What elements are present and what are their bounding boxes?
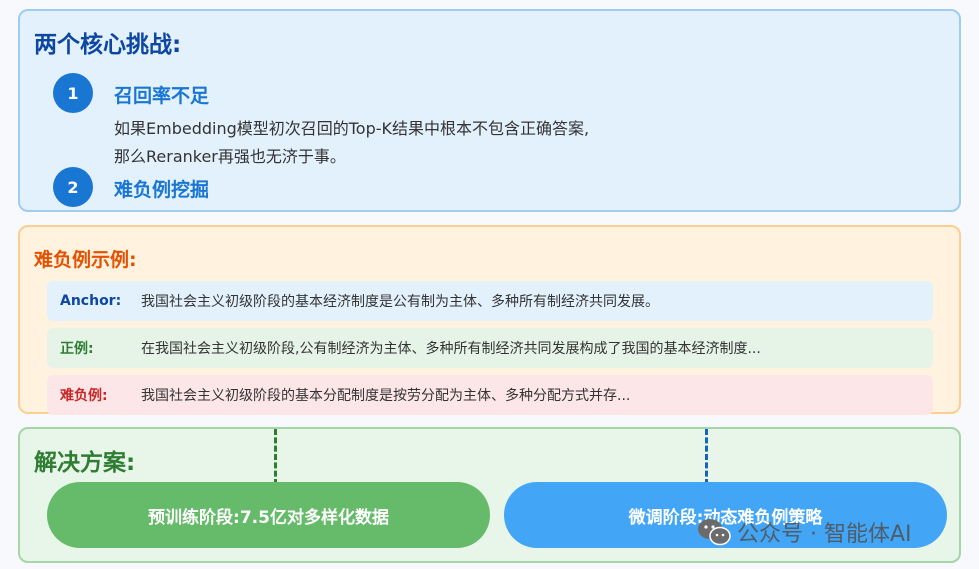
examples-title: 难负例示例:: [34, 249, 137, 271]
example-text-anchor: 我国社会主义初级阶段的基本经济制度是公有制为主体、多种所有制经济共同发展。: [141, 294, 659, 310]
watermark-text: 公众号 · 智能体AI: [737, 522, 912, 547]
challenge-1-desc-line-2: 那么Reranker再强也无济于事。: [114, 147, 346, 166]
challenges-panel: 两个核心挑战: 1 召回率不足 如果Embedding模型初次召回的Top-K结…: [18, 9, 961, 212]
dashed-connector-finetune: [705, 429, 708, 485]
example-label-positive: 正例:: [60, 341, 94, 357]
challenges-title: 两个核心挑战:: [34, 32, 182, 58]
example-text-positive: 在我国社会主义初级阶段,公有制经济为主体、多种所有制经济共同发展构成了我国的基本…: [141, 341, 761, 357]
solution-title: 解决方案:: [34, 450, 136, 476]
example-text-hard-negative: 我国社会主义初级阶段的基本分配制度是按劳分配为主体、多种分配方式并存...: [141, 388, 631, 404]
challenge-2-number-badge: 2: [53, 167, 93, 207]
challenge-1-title: 召回率不足: [114, 85, 210, 107]
example-row-anchor: Anchor: 我国社会主义初级阶段的基本经济制度是公有制为主体、多种所有制经济…: [47, 281, 933, 321]
dashed-connector-pretrain: [274, 429, 277, 485]
challenge-1-number-badge: 1: [53, 73, 93, 113]
challenge-2-title: 难负例挖掘: [114, 179, 210, 201]
watermark: 公众号 · 智能体AI: [697, 515, 912, 549]
challenge-1-desc-line-1: 如果Embedding模型初次召回的Top-K结果中根本不包含正确答案,: [114, 119, 590, 138]
example-label-hard-negative: 难负例:: [60, 388, 108, 404]
example-row-positive: 正例: 在我国社会主义初级阶段,公有制经济为主体、多种所有制经济共同发展构成了我…: [47, 328, 933, 368]
pretrain-stage-pill: 预训练阶段:7.5亿对多样化数据: [47, 482, 490, 548]
wechat-icon: [698, 519, 731, 546]
examples-panel: 难负例示例: Anchor: 我国社会主义初级阶段的基本经济制度是公有制为主体、…: [18, 225, 961, 415]
example-row-hard-negative: 难负例: 我国社会主义初级阶段的基本分配制度是按劳分配为主体、多种分配方式并存.…: [47, 375, 933, 415]
example-label-anchor: Anchor:: [60, 293, 122, 309]
